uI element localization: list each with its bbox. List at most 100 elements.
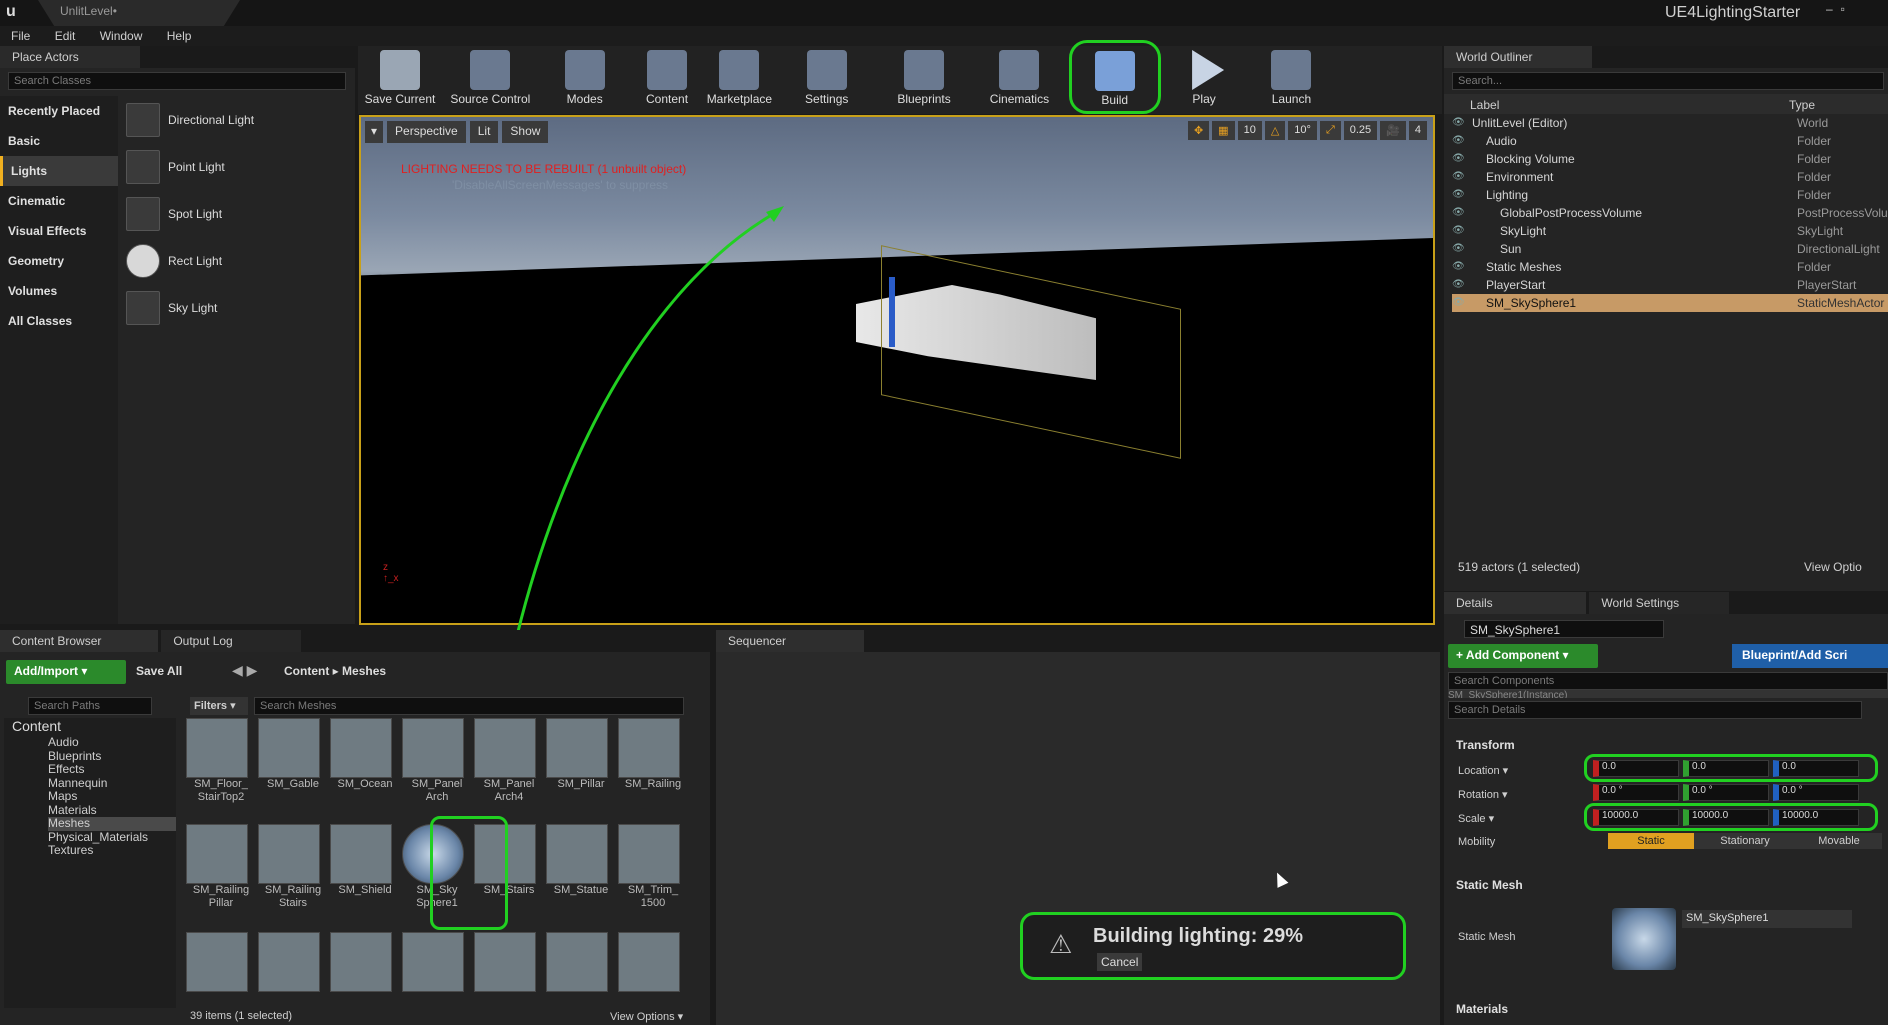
asset-tile[interactable]: SM_Railing Pillar	[186, 824, 256, 932]
camera-speed-value[interactable]: 4	[1408, 121, 1427, 140]
actor-sky-light[interactable]: Sky Light	[120, 284, 350, 331]
asset-tile[interactable]	[186, 932, 256, 992]
settings-button[interactable]: Settings	[779, 46, 875, 106]
outliner-row[interactable]: 👁 PlayerStart PlayerStart	[1452, 276, 1888, 294]
viewport-options-button[interactable]: ▾	[365, 121, 384, 143]
component-instance[interactable]: SM_SkySphere1(Instance)	[1448, 690, 1888, 698]
asset-tile[interactable]	[402, 932, 472, 992]
asset-tile[interactable]: SM_Statue	[546, 824, 616, 932]
folder-item[interactable]: Maps	[48, 790, 176, 804]
rotation-y-field[interactable]: 0.0 °	[1683, 784, 1769, 801]
asset-tile[interactable]: SM_Panel Arch4	[474, 718, 544, 824]
place-actors-tab[interactable]: Place Actors	[0, 46, 140, 68]
content-browser-tab[interactable]: Content Browser	[0, 630, 158, 652]
label-column-header[interactable]: Label	[1470, 98, 1499, 112]
mobility-static[interactable]: Static	[1608, 833, 1694, 849]
folder-item[interactable]: Audio	[48, 736, 176, 750]
outliner-row[interactable]: 👁 Lighting Folder	[1452, 186, 1888, 204]
output-log-tab[interactable]: Output Log	[161, 630, 302, 652]
category-cinematic[interactable]: Cinematic	[0, 186, 118, 216]
level-tab[interactable]: UnlitLevel•	[38, 0, 240, 26]
type-column-header[interactable]: Type	[1789, 98, 1815, 112]
asset-tile[interactable]	[546, 932, 616, 992]
asset-tile[interactable]: SM_Panel Arch	[402, 718, 472, 824]
visibility-eye-icon[interactable]: 👁	[1452, 168, 1466, 186]
filters-button[interactable]: Filters ▾	[190, 697, 248, 715]
category-volumes[interactable]: Volumes	[0, 276, 118, 306]
translate-icon[interactable]: ✥	[1187, 121, 1210, 140]
source-control-button[interactable]: Source Control	[445, 46, 535, 106]
menu-window[interactable]: Window	[89, 26, 153, 43]
outliner-row[interactable]: 👁 Environment Folder	[1452, 168, 1888, 186]
asset-tile[interactable]: SM_Gable	[258, 718, 328, 824]
outliner-row[interactable]: 👁 Blocking Volume Folder	[1452, 150, 1888, 168]
scale-snap-icon[interactable]: ⤢	[1319, 121, 1341, 140]
rotation-snap-icon[interactable]: △	[1264, 121, 1286, 140]
camera-speed-icon[interactable]: 🎥	[1380, 121, 1406, 140]
content-button[interactable]: Content	[634, 46, 700, 106]
world-outliner-tab[interactable]: World Outliner	[1444, 46, 1592, 68]
scale-snap-value[interactable]: 0.25	[1343, 121, 1378, 140]
visibility-eye-icon[interactable]: 👁	[1452, 114, 1466, 132]
outliner-row[interactable]: 👁 UnlitLevel (Editor) World	[1452, 114, 1888, 132]
content-view-options[interactable]: View Options ▾	[610, 1010, 683, 1023]
tree-root-content[interactable]: Content	[12, 718, 176, 736]
mobility-movable[interactable]: Movable	[1796, 833, 1882, 849]
folder-item[interactable]: Blueprints	[48, 749, 176, 764]
details-tab[interactable]: Details	[1444, 592, 1586, 614]
asset-tile[interactable]	[258, 932, 328, 992]
rotation-x-field[interactable]: 0.0 °	[1593, 784, 1679, 801]
folder-item[interactable]: Physical_Materials	[48, 830, 176, 845]
build-button[interactable]: Build	[1068, 40, 1161, 114]
search-meshes-input[interactable]: Search Meshes	[254, 697, 684, 715]
static-mesh-thumbnail[interactable]	[1612, 908, 1676, 970]
play-button[interactable]: Play	[1164, 46, 1244, 106]
menu-edit[interactable]: Edit	[44, 26, 86, 43]
show-button[interactable]: Show	[502, 121, 549, 143]
nav-arrows[interactable]: ◀ ▶	[232, 662, 257, 679]
visibility-eye-icon[interactable]: 👁	[1452, 294, 1466, 312]
save-current-button[interactable]: Save Current	[358, 46, 442, 106]
visibility-eye-icon[interactable]: 👁	[1452, 186, 1466, 204]
mobility-stationary[interactable]: Stationary	[1694, 833, 1796, 849]
outliner-search-input[interactable]: Search...	[1452, 72, 1884, 90]
asset-tile[interactable]: SM_Railing Stairs	[258, 824, 328, 932]
materials-section[interactable]: Materials	[1456, 1002, 1508, 1016]
menu-help[interactable]: Help	[156, 26, 202, 43]
category-visual-effects[interactable]: Visual Effects	[0, 216, 118, 246]
folder-item[interactable]: Materials	[48, 803, 176, 818]
launch-button[interactable]: Launch	[1247, 46, 1335, 106]
static-mesh-section[interactable]: Static Mesh	[1456, 878, 1523, 892]
add-component-button[interactable]: + Add Component ▾	[1448, 644, 1598, 668]
grid-snap-value[interactable]: 10	[1237, 121, 1262, 140]
category-basic[interactable]: Basic	[0, 126, 118, 156]
asset-tile[interactable]: SM_Pillar	[546, 718, 616, 824]
folder-item[interactable]: Effects	[48, 763, 176, 777]
menu-file[interactable]: File	[0, 26, 40, 43]
cancel-build-button[interactable]: Cancel	[1097, 953, 1143, 971]
visibility-eye-icon[interactable]: 👁	[1452, 240, 1466, 258]
grid-icon[interactable]: ▦	[1212, 121, 1235, 140]
rotation-snap-value[interactable]: 10°	[1288, 121, 1317, 140]
blueprints-button[interactable]: Blueprints	[878, 46, 970, 106]
outliner-row[interactable]: 👁 Sun DirectionalLight	[1452, 240, 1888, 258]
actor-spot-light[interactable]: Spot Light	[120, 190, 350, 237]
breadcrumb-content[interactable]: Content	[284, 664, 329, 678]
visibility-eye-icon[interactable]: 👁	[1452, 276, 1466, 294]
search-components-input[interactable]: Search Components	[1448, 672, 1888, 690]
scale-x-field[interactable]: 10000.0	[1593, 809, 1679, 826]
outliner-row[interactable]: 👁 SkyLight SkyLight	[1452, 222, 1888, 240]
outliner-row[interactable]: 👁 Static Meshes Folder	[1452, 258, 1888, 276]
search-paths-input[interactable]: Search Paths	[28, 697, 152, 715]
visibility-eye-icon[interactable]: 👁	[1452, 150, 1466, 168]
folder-item[interactable]: Meshes	[48, 817, 176, 831]
category-all-classes[interactable]: All Classes	[0, 306, 118, 336]
folder-item[interactable]: Mannequin	[48, 776, 176, 791]
visibility-eye-icon[interactable]: 👁	[1452, 132, 1466, 150]
rotation-label[interactable]: Rotation ▾	[1458, 788, 1508, 801]
location-label[interactable]: Location ▾	[1458, 764, 1508, 777]
category-geometry[interactable]: Geometry	[0, 246, 118, 276]
window-controls[interactable]: –▫	[1826, 2, 1853, 16]
folder-item[interactable]: Textures	[48, 844, 176, 858]
visibility-eye-icon[interactable]: 👁	[1452, 204, 1466, 222]
